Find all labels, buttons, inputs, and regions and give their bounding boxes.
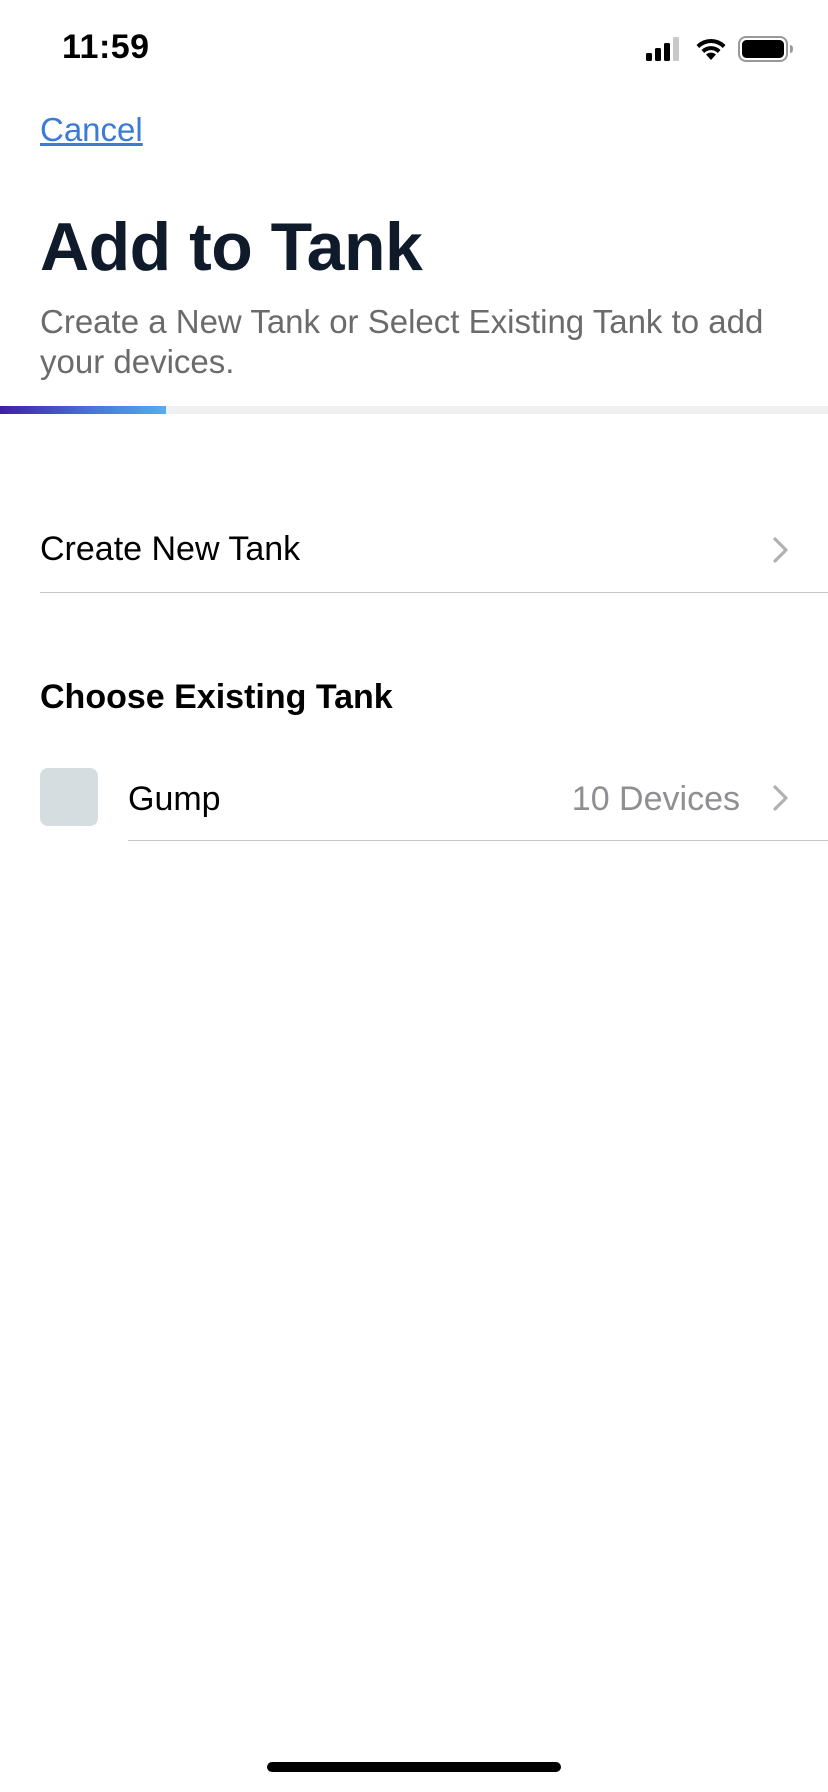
cancel-button[interactable]: Cancel (40, 111, 143, 149)
page-title: Add to Tank (40, 209, 423, 285)
tank-name: Gump (128, 780, 221, 818)
battery-icon (738, 36, 794, 62)
create-new-tank-row[interactable]: Create New Tank (40, 512, 828, 593)
create-new-tank-label: Create New Tank (40, 530, 301, 568)
status-icons (646, 36, 794, 62)
divider (128, 839, 828, 841)
chevron-right-icon (773, 537, 788, 563)
cellular-signal-icon (646, 37, 684, 61)
home-indicator (267, 1762, 561, 1772)
status-bar: 11:59 (0, 0, 828, 100)
chevron-right-icon (773, 785, 788, 811)
progress-fill (0, 406, 166, 414)
wifi-icon (694, 36, 728, 62)
page-subtitle: Create a New Tank or Select Existing Tan… (40, 303, 764, 380)
tank-thumbnail (40, 768, 98, 826)
progress-bar (0, 406, 828, 414)
status-time: 11:59 (62, 28, 150, 66)
section-title-existing-tanks: Choose Existing Tank (40, 678, 393, 716)
tank-row-gump[interactable]: Gump 10 Devices (40, 766, 828, 841)
tank-device-count: 10 Devices (571, 780, 740, 818)
